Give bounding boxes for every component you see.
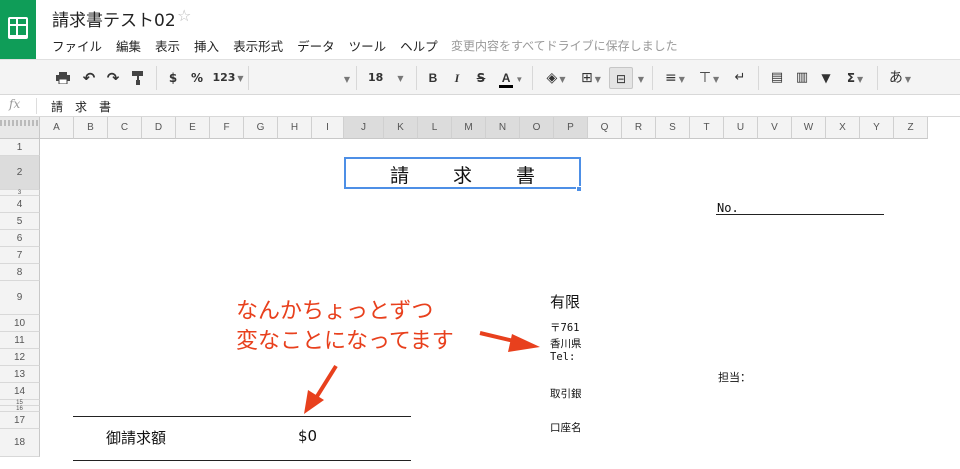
- total-top-border: [73, 416, 411, 417]
- annotation-arrows: [304, 331, 540, 414]
- total-amount-value: $0: [298, 427, 318, 445]
- total-amount-label: 御請求額: [106, 429, 167, 447]
- arrow-down-icon: [304, 364, 338, 414]
- total-bottom-border: [73, 460, 411, 461]
- arrow-right-icon: [479, 331, 540, 352]
